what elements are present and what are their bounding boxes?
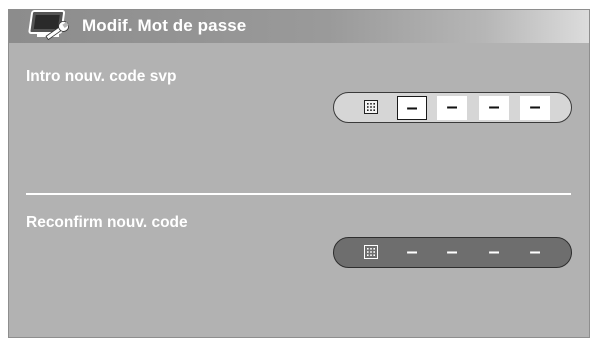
new-code-label: Intro nouv. code svp (26, 68, 177, 85)
monitor-wrench-icon (28, 10, 69, 41)
confirm-code-field[interactable]: – – – – (333, 237, 572, 268)
dialog-header: Modif. Mot de passe (9, 10, 589, 43)
password-change-dialog: Modif. Mot de passe Intro nouv. code svp… (8, 9, 590, 338)
section-divider (26, 193, 571, 195)
confirm-code-label: Reconfirm nouv. code (26, 214, 188, 231)
new-code-digit-1[interactable]: – (397, 96, 427, 120)
dialog-title: Modif. Mot de passe (82, 16, 247, 35)
keypad-icon (364, 245, 378, 259)
new-code-digit-4[interactable]: – (520, 96, 550, 120)
new-code-digit-2[interactable]: – (437, 96, 467, 120)
keypad-icon (364, 100, 378, 114)
confirm-code-digit-4[interactable]: – (520, 241, 550, 265)
confirm-code-digit-3[interactable]: – (479, 241, 509, 265)
new-code-digit-3[interactable]: – (479, 96, 509, 120)
confirm-code-digit-1[interactable]: – (397, 241, 427, 265)
confirm-code-digit-2[interactable]: – (437, 241, 467, 265)
new-code-field[interactable]: – – – – (333, 92, 572, 123)
